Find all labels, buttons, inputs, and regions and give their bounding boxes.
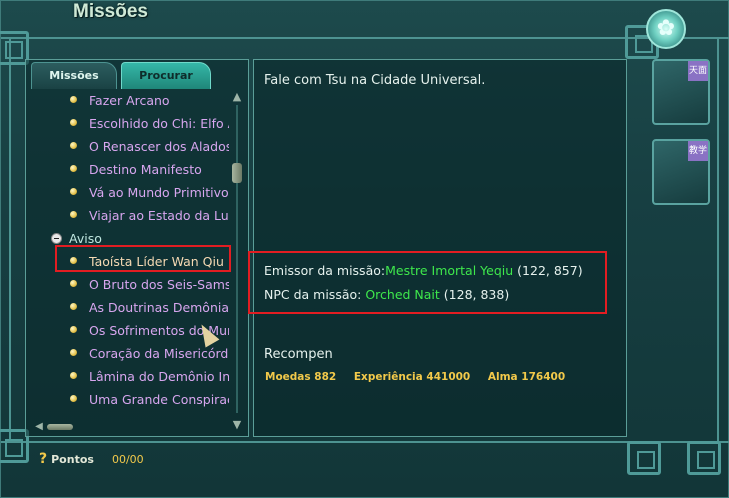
quest-label: Viajar ao Estado da Lua [89,208,229,223]
bullet-icon [70,188,77,195]
quest-window: Missões ✿ 天面 教学 Missões Procurar Fazer A… [0,0,729,498]
bullet-icon [70,119,77,126]
npc-label: NPC da missão: [264,287,366,302]
frame-top-line [1,37,729,39]
side-tab-1[interactable]: 天面 [652,59,710,125]
tab-procurar[interactable]: Procurar [121,62,211,89]
scroll-up-icon[interactable]: ▲ [231,91,243,103]
quest-label: Coração da Misericórdi [89,346,229,361]
bullet-icon [70,372,77,379]
list-item[interactable]: Destino Manifesto [49,158,229,181]
vertical-scrollbar[interactable]: ▲ ▼ [230,91,244,431]
scroll-down-icon[interactable]: ▼ [231,419,243,431]
reward-soul: Alma 176400 [487,371,566,383]
help-icon[interactable]: ? [39,451,47,467]
npc-line: NPC da missão: Orched Nait (128, 838) [264,287,509,302]
quest-label: Vá ao Mundo Primitivo [89,185,229,200]
points-footer: ? Pontos 00/00 [39,451,144,467]
reward-experience: Experiência 441000 [353,371,471,383]
quest-label: O Bruto dos Seis-Samsa [89,277,229,292]
bullet-icon [70,211,77,218]
list-item[interactable]: O Bruto dos Seis-Samsa [49,273,229,296]
frame-bottom-line [1,441,729,443]
npc-name-link[interactable]: Orched Nait [365,287,439,302]
frame-left-line [9,37,11,443]
bullet-icon [70,280,77,287]
quest-label: Escolhido do Chi: Elfo Ala [89,116,229,131]
hscroll-thumb[interactable] [47,424,73,430]
close-flower-icon[interactable]: ✿ [646,9,686,49]
collapse-icon[interactable] [51,233,62,244]
npc-coords: (128, 838) [443,287,510,302]
quest-label: Fazer Arcano [89,93,170,108]
reward-coins: Moedas 882 [265,371,337,383]
quest-label: As Doutrinas Demôniaca [89,300,229,315]
scroll-left-icon[interactable]: ◀ [33,421,45,433]
quest-label: Lâmina do Demônio Insa [89,369,229,384]
bullet-icon [70,395,77,402]
bullet-icon [70,349,77,356]
points-value: 00/00 [111,453,144,466]
rewards-heading: Recompen [264,347,333,362]
quest-label: Destino Manifesto [89,162,202,177]
list-item[interactable]: Uma Grande Conspiraçã [49,388,229,411]
selection-highlight-box [55,245,231,272]
points-label: Pontos [51,453,94,466]
list-item[interactable]: Fazer Arcano [49,89,229,112]
side-tab-1-badge: 天面 [688,61,708,81]
horizontal-scrollbar[interactable]: ◀ [33,421,227,433]
bullet-icon [70,96,77,103]
list-item[interactable]: O Renascer dos Alados [49,135,229,158]
issuer-coords: (122, 857) [517,263,583,278]
list-item[interactable]: Lâmina do Demônio Insa [49,365,229,388]
issuer-line: Emissor da missão:Mestre Imortal Yeqiu (… [264,263,583,278]
issuer-label: Emissor da missão: [264,263,386,278]
issuer-name-link[interactable]: Mestre Imortal Yeqiu [385,263,513,278]
quest-label: O Renascer dos Alados [89,139,229,154]
quest-label: Uma Grande Conspiraçã [89,392,229,407]
corner-ornament-br [627,441,661,475]
scroll-track[interactable] [236,105,238,413]
bullet-icon [70,326,77,333]
category-label: Aviso [69,231,102,246]
info-highlight-box [248,251,607,314]
window-title: Missões [73,1,148,22]
bullet-icon [70,165,77,172]
list-item[interactable]: Vá ao Mundo Primitivo [49,181,229,204]
side-tab-2-badge: 教学 [688,141,708,161]
side-tab-2[interactable]: 教学 [652,139,710,205]
bullet-icon [70,142,77,149]
quest-description: Fale com Tsu na Cidade Universal. [264,73,486,88]
rewards-row: Moedas 882 Experiência 441000 Alma 17640… [265,371,579,383]
corner-ornament-br2 [687,441,721,475]
tab-missoes[interactable]: Missões [31,62,117,89]
bullet-icon [70,303,77,310]
list-item[interactable]: Escolhido do Chi: Elfo Ala [49,112,229,135]
scroll-thumb[interactable] [232,163,242,183]
list-item[interactable]: As Doutrinas Demôniaca [49,296,229,319]
flower-glyph: ✿ [656,16,676,41]
list-item[interactable]: Viajar ao Estado da Lua [49,204,229,227]
frame-right-line [717,37,719,443]
list-item[interactable]: Coração da Misericórdi [49,342,229,365]
